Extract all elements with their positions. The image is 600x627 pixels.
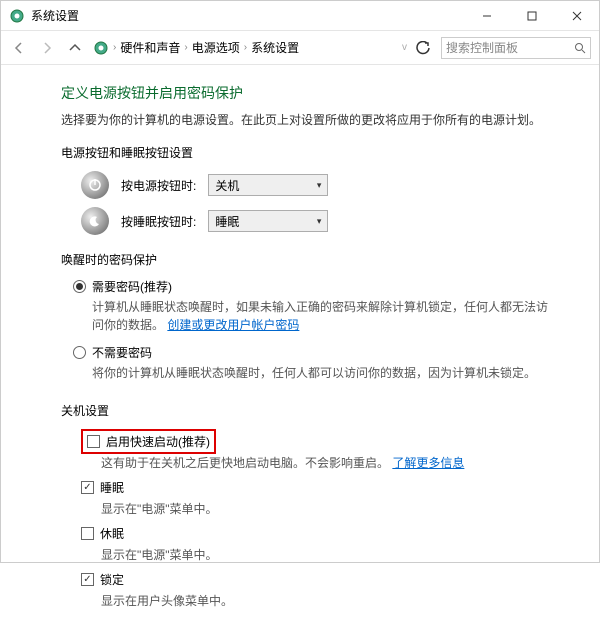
- sleep-button-select[interactable]: 睡眠 ▾: [208, 210, 328, 232]
- section-title-wake: 唤醒时的密码保护: [61, 251, 559, 268]
- hibernate-checkbox[interactable]: [81, 527, 94, 540]
- sleep-icon: [81, 207, 109, 235]
- radio-require-password-desc: 计算机从睡眠状态唤醒时，如果未输入正确的密码来解除计算机锁定，任何人都无法访问你…: [92, 300, 548, 332]
- close-button[interactable]: [554, 1, 599, 31]
- lock-option-row: 锁定: [81, 571, 559, 588]
- radio-require-password[interactable]: 需要密码(推荐) 计算机从睡眠状态唤醒时，如果未输入正确的密码来解除计算机锁定，…: [73, 278, 559, 334]
- fast-startup-checkbox[interactable]: [87, 435, 100, 448]
- fast-startup-more-link[interactable]: 了解更多信息: [392, 456, 464, 470]
- forward-button[interactable]: [37, 38, 57, 58]
- sleep-button-label: 按睡眠按钮时:: [121, 213, 196, 230]
- power-icon: [81, 171, 109, 199]
- fast-startup-highlight: 启用快速启动(推荐): [81, 429, 216, 454]
- sleep-option-desc: 显示在"电源"菜单中。: [101, 500, 559, 517]
- sleep-option-label: 睡眠: [100, 479, 124, 496]
- sleep-option-row: 睡眠: [81, 479, 559, 496]
- breadcrumb-root-icon: [93, 40, 109, 56]
- create-change-password-link[interactable]: 创建或更改用户帐户密码: [167, 318, 299, 332]
- page-subtext: 选择要为你的计算机的电源设置。在此页上对设置所做的更改将应用于你所有的电源计划。: [61, 111, 559, 128]
- sleep-checkbox[interactable]: [81, 481, 94, 494]
- section-title-buttons: 电源按钮和睡眠按钮设置: [61, 144, 559, 161]
- hibernate-option-label: 休眠: [100, 525, 124, 542]
- sleep-button-value: 睡眠: [215, 213, 239, 230]
- radio-require-password-label: 需要密码(推荐): [92, 278, 559, 295]
- breadcrumb[interactable]: › 硬件和声音 › 电源选项 › 系统设置: [93, 39, 394, 56]
- lock-checkbox[interactable]: [81, 573, 94, 586]
- power-button-label: 按电源按钮时:: [121, 177, 196, 194]
- section-title-shutdown: 关机设置: [61, 402, 559, 419]
- power-button-select[interactable]: 关机 ▾: [208, 174, 328, 196]
- breadcrumb-item[interactable]: 系统设置: [251, 39, 299, 56]
- radio-no-password[interactable]: 不需要密码 将你的计算机从睡眠状态唤醒时，任何人都可以访问你的数据，因为计算机未…: [73, 344, 559, 382]
- app-icon: [9, 8, 25, 24]
- page-heading: 定义电源按钮并启用密码保护: [61, 83, 559, 103]
- fast-startup-desc: 这有助于在关机之后更快地启动电脑。不会影响重启。: [101, 456, 389, 470]
- chevron-down-icon: ▾: [317, 180, 322, 191]
- chevron-right-icon: ›: [113, 42, 116, 53]
- hibernate-option-desc: 显示在"电源"菜单中。: [101, 546, 559, 563]
- radio-icon: [73, 346, 86, 359]
- power-button-value: 关机: [215, 177, 239, 194]
- hibernate-option-row: 休眠: [81, 525, 559, 542]
- chevron-right-icon: ›: [244, 42, 247, 53]
- maximize-button[interactable]: [509, 1, 554, 31]
- fast-startup-label: 启用快速启动(推荐): [106, 433, 210, 450]
- search-input[interactable]: 搜索控制面板: [441, 37, 591, 59]
- breadcrumb-item[interactable]: 电源选项: [192, 39, 240, 56]
- chevron-down-icon[interactable]: v: [402, 42, 407, 53]
- radio-icon: [73, 280, 86, 293]
- sleep-button-row: 按睡眠按钮时: 睡眠 ▾: [81, 207, 559, 235]
- content: 定义电源按钮并启用密码保护 选择要为你的计算机的电源设置。在此页上对设置所做的更…: [1, 65, 599, 627]
- lock-option-label: 锁定: [100, 571, 124, 588]
- window-title: 系统设置: [31, 7, 79, 24]
- chevron-right-icon: ›: [184, 42, 187, 53]
- back-button[interactable]: [9, 38, 29, 58]
- titlebar: 系统设置: [1, 1, 599, 31]
- radio-no-password-label: 不需要密码: [92, 344, 559, 361]
- search-placeholder: 搜索控制面板: [446, 39, 518, 56]
- breadcrumb-item[interactable]: 硬件和声音: [120, 39, 180, 56]
- refresh-button[interactable]: [413, 38, 433, 58]
- radio-no-password-desc: 将你的计算机从睡眠状态唤醒时，任何人都可以访问你的数据，因为计算机未锁定。: [92, 364, 559, 382]
- up-button[interactable]: [65, 38, 85, 58]
- power-button-row: 按电源按钮时: 关机 ▾: [81, 171, 559, 199]
- lock-option-desc: 显示在用户头像菜单中。: [101, 592, 559, 609]
- search-icon: [574, 42, 586, 54]
- chevron-down-icon: ▾: [317, 216, 322, 227]
- minimize-button[interactable]: [464, 1, 509, 31]
- navbar: › 硬件和声音 › 电源选项 › 系统设置 v 搜索控制面板: [1, 31, 599, 65]
